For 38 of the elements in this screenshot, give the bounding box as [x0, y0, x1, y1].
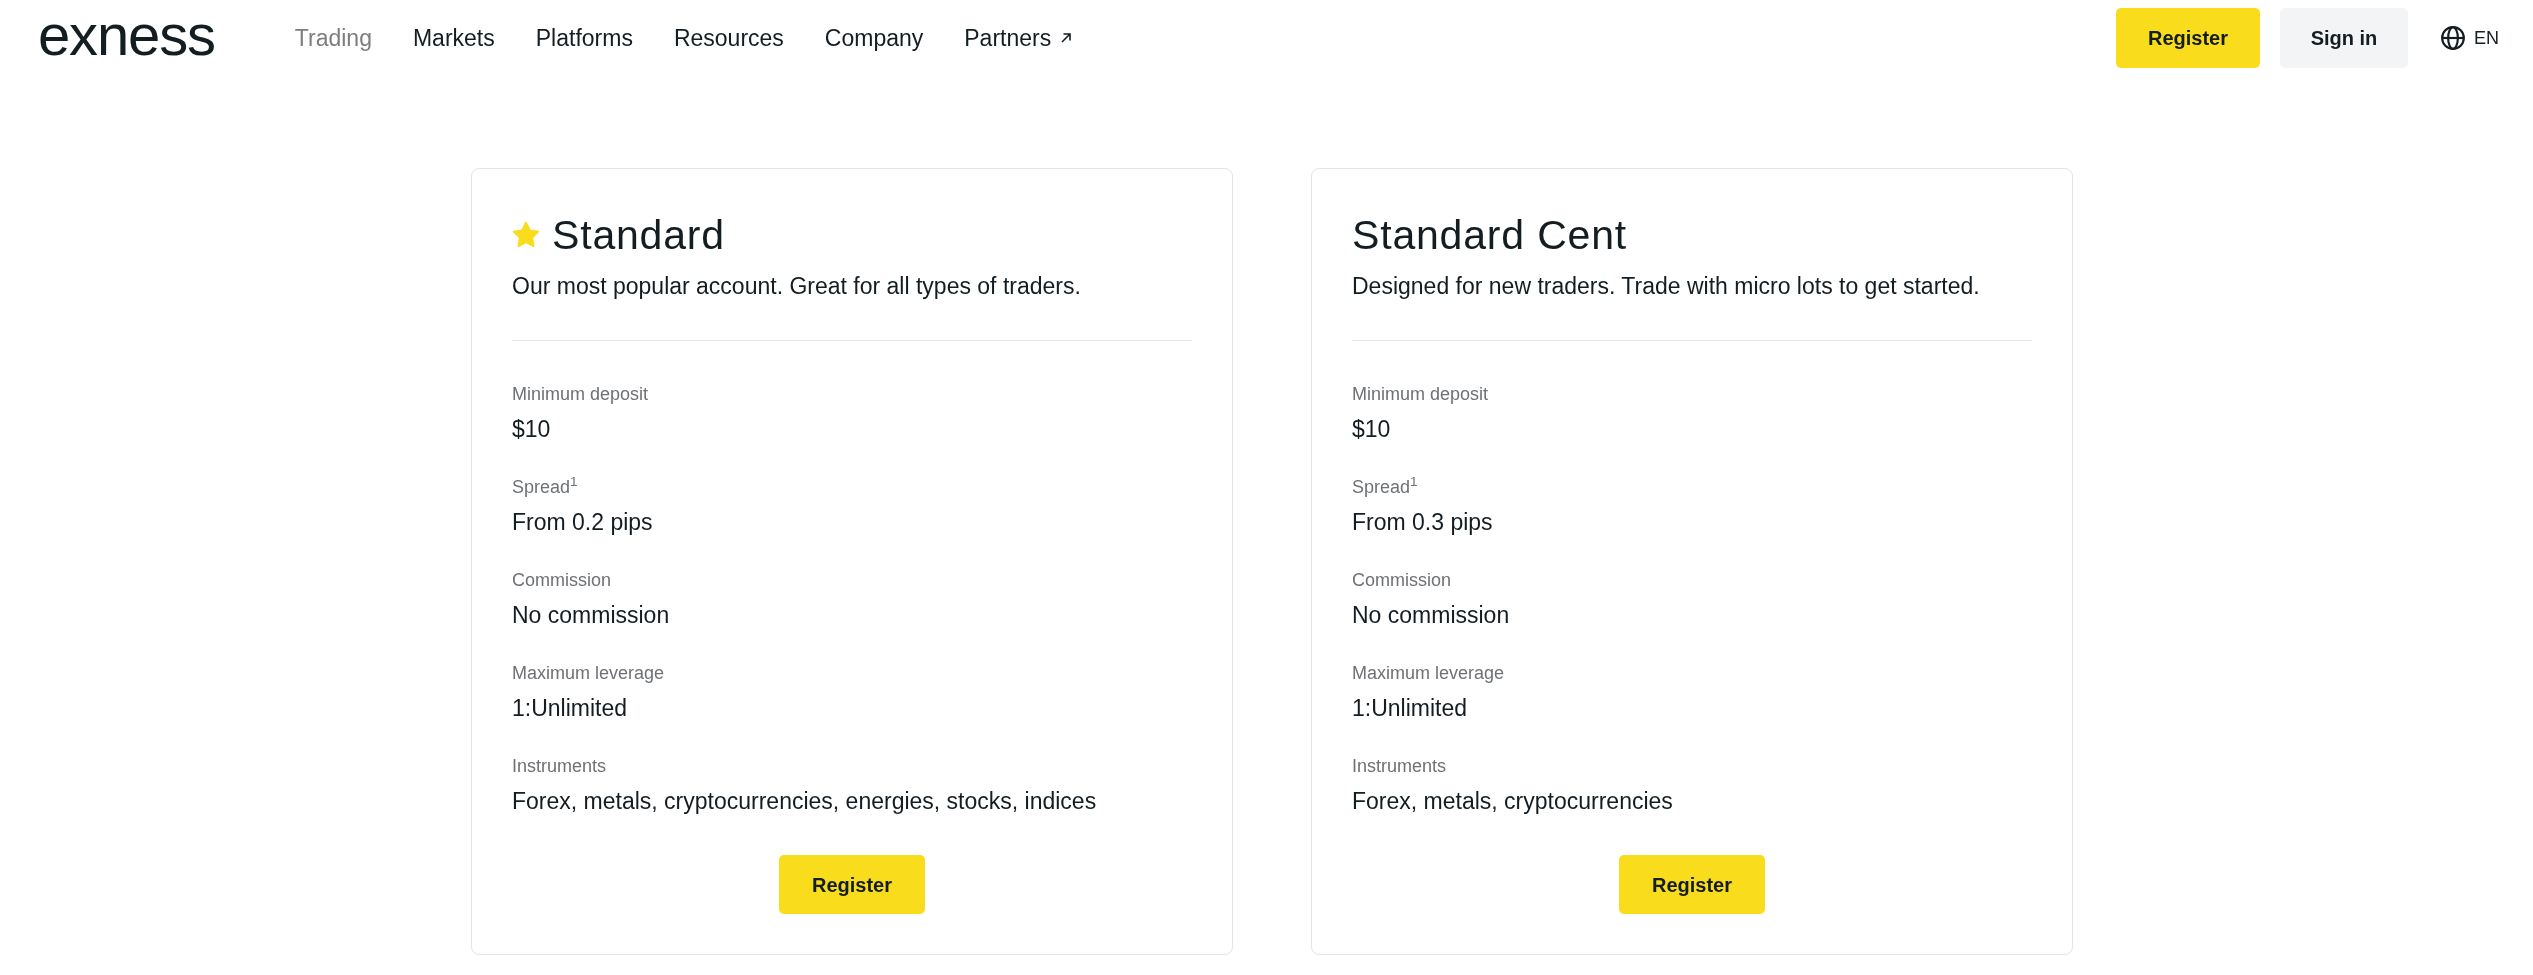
nav-link[interactable]: Partners: [964, 23, 1073, 53]
nav-link[interactable]: Company: [824, 23, 924, 53]
account-description: Designed for new traders. Trade with micro lots to get started.: [1352, 272, 1981, 301]
account-description: Our most popular account. Great for all types of traders.: [512, 272, 1082, 301]
nav-link[interactable]: Resources: [673, 23, 784, 53]
spec-label: Instruments: [1352, 755, 1448, 778]
spec-value: $10: [1352, 415, 1392, 444]
account-title: Standard: [552, 211, 725, 259]
spec-value: No commission: [1352, 601, 1511, 630]
spec-value: Forex, metals, cryptocurrencies: [1352, 787, 1674, 816]
spec-value: From 0.2 pips: [512, 508, 654, 537]
spec-label: Commission: [1352, 569, 1453, 592]
spec-label: Minimum deposit: [512, 383, 650, 406]
spec-label: Maximum leverage: [1352, 662, 1506, 685]
arrow-up-right-icon: [1060, 32, 1073, 44]
language-selector[interactable]: EN: [2440, 24, 2499, 52]
globe-icon: [2440, 25, 2466, 51]
register-button[interactable]: Register: [2116, 8, 2260, 68]
sign-in-button[interactable]: Sign in: [2280, 8, 2408, 68]
spec-label: Commission: [512, 569, 613, 592]
nav-link[interactable]: Platforms: [535, 23, 633, 53]
spec-value: No commission: [512, 601, 671, 630]
spec-label: Instruments: [512, 755, 608, 778]
register-button[interactable]: Register: [779, 855, 925, 914]
spec-value: Forex, metals, cryptocurrencies, energies, stocks, indices: [512, 787, 1098, 816]
spec-value: $10: [512, 415, 552, 444]
logo[interactable]: exness: [38, 6, 215, 70]
account-title: Standard Cent: [1352, 211, 1628, 259]
spec-value: 1:Unlimited: [1352, 694, 1469, 723]
nav-link[interactable]: Trading: [294, 23, 372, 53]
spec-label: Minimum deposit: [1352, 383, 1490, 406]
spec-label: Spread$^{1}$: [512, 475, 579, 499]
spec-value: 1:Unlimited: [512, 694, 629, 723]
nav-link[interactable]: Markets: [412, 23, 495, 53]
spec-value: From 0.3 pips: [1352, 508, 1494, 537]
spec-label: Spread$^{1}$: [1352, 475, 1419, 499]
spec-label: Maximum leverage: [512, 662, 666, 685]
register-button[interactable]: Register: [1619, 855, 1765, 914]
